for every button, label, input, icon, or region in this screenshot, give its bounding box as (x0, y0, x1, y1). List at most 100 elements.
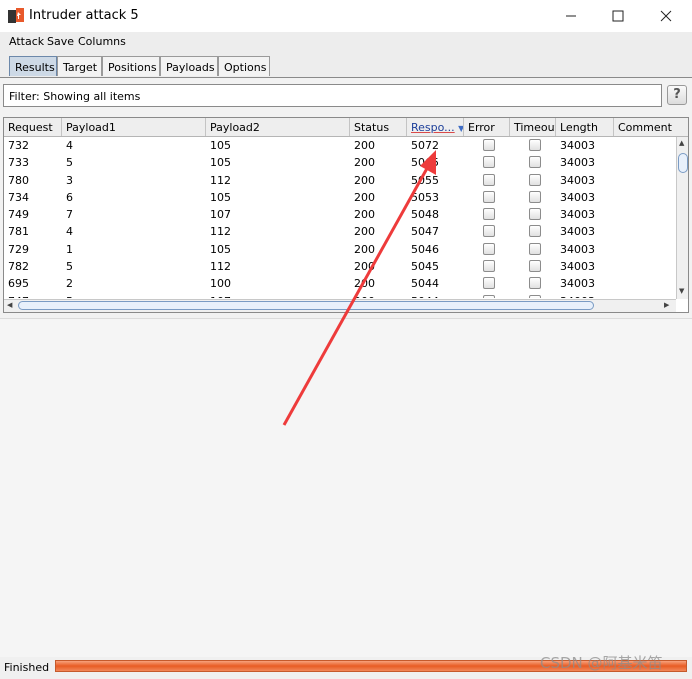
table-row[interactable]: 729 1 105 200 5046 34003 (4, 241, 676, 258)
minimize-button[interactable] (548, 0, 594, 32)
maximize-icon (612, 10, 624, 22)
error-checkbox (483, 260, 495, 273)
error-checkbox (483, 139, 495, 151)
scroll-up-icon[interactable]: ▲ (679, 139, 684, 147)
watermark: CSDN @阿基米笛 (540, 654, 663, 672)
request-response-pane (0, 318, 692, 657)
vertical-scroll-thumb[interactable] (678, 153, 688, 173)
cell-request: 732 (8, 139, 29, 152)
cell-response: 5072 (411, 139, 439, 152)
cell-length: 34003 (560, 139, 595, 152)
col-comment[interactable]: Comment (614, 118, 688, 136)
col-length[interactable]: Length (556, 118, 614, 136)
col-payload1[interactable]: Payload1 (62, 118, 206, 136)
tab-options[interactable]: Options (218, 56, 270, 76)
cell-payload1: 1 (66, 242, 73, 256)
tab-results[interactable]: Results (9, 56, 57, 76)
menu-columns[interactable]: Columns (78, 35, 126, 48)
table-row[interactable]: 695 2 100 200 5044 34003 (4, 275, 676, 292)
maximize-button[interactable] (595, 0, 641, 32)
close-button[interactable] (643, 0, 689, 32)
cell-request: 729 (8, 242, 29, 256)
cell-length: 34003 (560, 260, 595, 274)
col-request[interactable]: Request (4, 118, 62, 136)
table-header: Request Payload1 Payload2 Status Respo..… (4, 118, 688, 137)
error-checkbox (483, 242, 495, 255)
table-row[interactable]: 732 4 105 200 5072 34003 (4, 137, 676, 154)
cell-payload2: 112 (210, 225, 231, 239)
filter-bar[interactable]: Filter: Showing all items (3, 84, 662, 107)
table-row[interactable]: 733 5 105 200 5065 34003 (4, 154, 676, 171)
table-row[interactable]: 781 4 112 200 5047 34003 (4, 223, 676, 240)
cell-length: 34003 (560, 295, 595, 298)
error-checkbox (483, 225, 495, 238)
cell-status: 200 (354, 242, 375, 256)
cell-request: 747 (8, 295, 29, 298)
cell-request: 781 (8, 225, 29, 239)
timeout-checkbox (529, 242, 541, 255)
vertical-scrollbar[interactable]: ▲ ▼ (676, 137, 688, 299)
cell-payload1: 2 (66, 277, 73, 291)
table-row[interactable]: 747 5 107 200 5044 34003 (4, 293, 676, 298)
tab-payloads[interactable]: Payloads (160, 56, 218, 76)
timeout-checkbox (529, 294, 541, 298)
cell-payload1: 5 (66, 260, 73, 274)
timeout-checkbox (529, 173, 541, 186)
cell-payload2: 105 (210, 139, 231, 152)
timeout-checkbox (529, 260, 541, 273)
col-timeout[interactable]: Timeout (510, 118, 556, 136)
close-icon (660, 10, 672, 22)
cell-length: 34003 (560, 156, 595, 170)
col-response-received[interactable]: Respo... ▼ (407, 118, 464, 136)
cell-payload1: 3 (66, 173, 73, 187)
col-payload2[interactable]: Payload2 (206, 118, 350, 136)
cell-response: 5044 (411, 277, 439, 291)
cell-response: 5053 (411, 190, 439, 204)
scroll-left-icon[interactable]: ◀ (7, 301, 12, 309)
table-row[interactable]: 780 3 112 200 5055 34003 (4, 172, 676, 189)
cell-payload2: 100 (210, 277, 231, 291)
cell-status: 200 (354, 208, 375, 222)
menu-attack[interactable]: Attack (9, 35, 44, 48)
cell-request: 734 (8, 190, 29, 204)
help-button[interactable]: ? (667, 85, 687, 105)
cell-status: 200 (354, 277, 375, 291)
menu-save[interactable]: Save (47, 35, 74, 48)
title-bar: Intruder attack 5 (0, 0, 692, 32)
cell-request: 780 (8, 173, 29, 187)
scroll-right-icon[interactable]: ▶ (664, 301, 669, 309)
col-response-label: Respo... (411, 121, 455, 134)
cell-response: 5065 (411, 156, 439, 170)
timeout-checkbox (529, 139, 541, 151)
tab-positions[interactable]: Positions (102, 56, 160, 76)
table-body: 732 4 105 200 5072 34003 733 5 105 200 5065 34003 78… (4, 137, 676, 298)
tab-target[interactable]: Target (57, 56, 102, 76)
cell-payload1: 6 (66, 190, 73, 204)
col-error[interactable]: Error (464, 118, 510, 136)
cell-request: 695 (8, 277, 29, 291)
horizontal-scrollbar[interactable]: ◀ ▶ (4, 299, 676, 312)
cell-status: 200 (354, 190, 375, 204)
error-checkbox (483, 156, 495, 169)
scroll-down-icon[interactable]: ▼ (679, 287, 684, 295)
timeout-checkbox (529, 277, 541, 290)
cell-payload2: 112 (210, 173, 231, 187)
cell-status: 200 (354, 173, 375, 187)
table-row[interactable]: 734 6 105 200 5053 34003 (4, 189, 676, 206)
col-status[interactable]: Status (350, 118, 407, 136)
cell-length: 34003 (560, 208, 595, 222)
table-row[interactable]: 749 7 107 200 5048 34003 (4, 206, 676, 223)
error-checkbox (483, 190, 495, 203)
horizontal-scroll-thumb[interactable] (18, 301, 594, 310)
cell-status: 200 (354, 139, 375, 152)
error-checkbox (483, 277, 495, 290)
cell-length: 34003 (560, 173, 595, 187)
cell-request: 782 (8, 260, 29, 274)
cell-payload2: 105 (210, 190, 231, 204)
menu-bar: Attack Save Columns (0, 32, 692, 52)
timeout-checkbox (529, 225, 541, 238)
timeout-checkbox (529, 156, 541, 169)
cell-payload2: 107 (210, 295, 231, 298)
table-row[interactable]: 782 5 112 200 5045 34003 (4, 258, 676, 275)
timeout-checkbox (529, 208, 541, 221)
